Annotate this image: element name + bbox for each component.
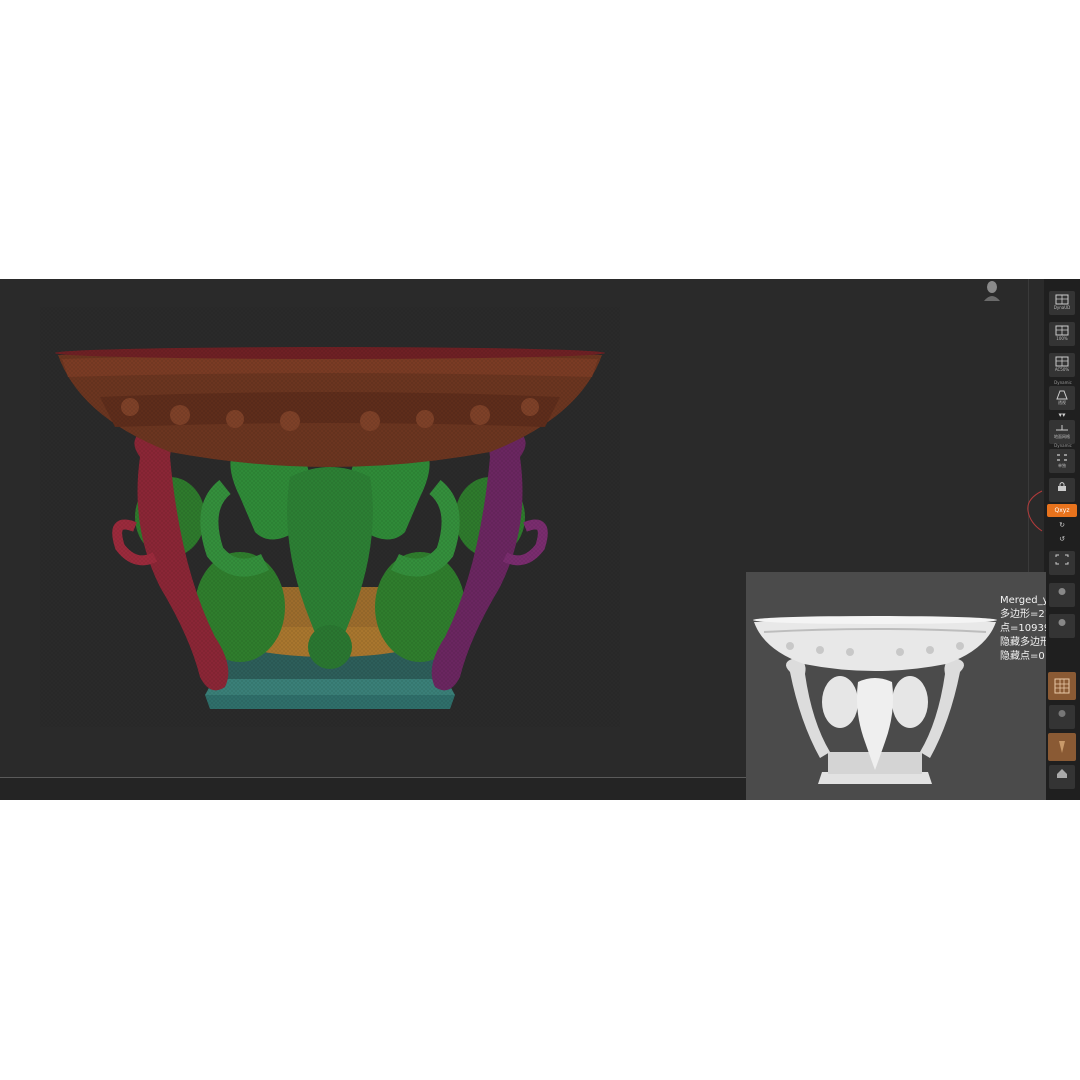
transp-button[interactable]: [1049, 705, 1075, 729]
perspective-button[interactable]: 透视: [1049, 386, 1075, 410]
solo-button[interactable]: 单独: [1049, 449, 1075, 473]
subtool-preview-popup: Merged_yang002 多边形=2186548 点=1093919 隐藏多…: [746, 572, 1046, 800]
ghost-button[interactable]: [1048, 733, 1076, 761]
polygon-count: 多边形=2186548: [1000, 609, 1046, 620]
dynamic-label: Dynamic: [1054, 443, 1072, 448]
expand-arrows-icon[interactable]: ▾▾: [1056, 410, 1068, 420]
ac-50-button[interactable]: AC50%: [1049, 353, 1075, 377]
rotation-indicator-icon: [1024, 489, 1044, 533]
dynamic-label: Dynamic: [1054, 380, 1072, 385]
scale-button[interactable]: [1049, 614, 1075, 638]
right-shelf: DynaUD 100% AC50% Dynamic 透视 ▾▾ 地面网格 Dyn…: [1044, 279, 1080, 800]
scale-icon: [1058, 619, 1066, 626]
point-count: 点=1093919: [1000, 623, 1046, 634]
floor-icon: [1056, 425, 1068, 431]
lock-icon: [1058, 482, 1066, 491]
frame-icon: [1055, 554, 1069, 565]
hidden-point-count: 隐藏点=0: [1000, 651, 1045, 662]
polyframe-button[interactable]: [1048, 672, 1076, 700]
perspective-icon: [1056, 390, 1068, 400]
model-polygroup-view[interactable]: [40, 307, 620, 727]
rotate-y-icon[interactable]: ↻: [1056, 520, 1068, 530]
frame-button[interactable]: [1049, 551, 1075, 575]
zbrush-viewport[interactable]: DynaUD 100% AC50% Dynamic 透视 ▾▾ 地面网格 Dyn…: [0, 279, 1080, 800]
subtool-name: Merged_yang002: [1000, 595, 1046, 606]
rotate-z-icon[interactable]: ↺: [1056, 534, 1068, 544]
dynamic-subdiv-button[interactable]: DynaUD: [1049, 291, 1075, 315]
lock-button[interactable]: [1049, 478, 1075, 502]
move-button[interactable]: [1049, 583, 1075, 607]
move-icon: [1058, 588, 1066, 595]
grid-icon: [1055, 325, 1069, 336]
home-icon: [1057, 769, 1067, 778]
subtool-thumbnail: [750, 602, 1000, 794]
subtool-info: Merged_yang002 多边形=2186548 点=1093919 隐藏多…: [1000, 594, 1046, 664]
grid-icon: [1055, 294, 1069, 305]
solo-icon: [1057, 454, 1067, 461]
xyz-rotate-button[interactable]: Qxyz: [1047, 504, 1077, 517]
ghost-icon: [1059, 741, 1065, 753]
hidden-polygon-count: 隐藏多边形=0: [1000, 637, 1046, 648]
grid-icon: [1055, 356, 1069, 367]
view-orientation-head-icon[interactable]: [980, 279, 1004, 301]
floor-grid-button[interactable]: 地面网格: [1049, 420, 1075, 444]
transparency-icon: [1058, 710, 1066, 717]
polyframe-icon: [1054, 678, 1070, 694]
zoom-100-button[interactable]: 100%: [1049, 322, 1075, 346]
home-button[interactable]: [1049, 765, 1075, 789]
